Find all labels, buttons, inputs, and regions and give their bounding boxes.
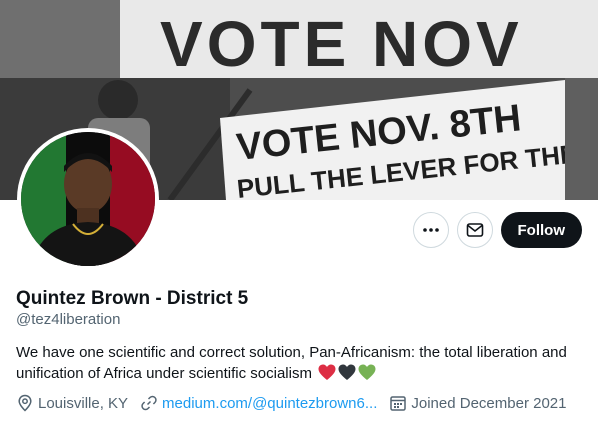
follow-button[interactable]: Follow (500, 212, 582, 248)
link-icon (141, 395, 157, 411)
envelope-icon (466, 223, 483, 237)
profile-handle: @tez4liberation (16, 311, 121, 328)
red-heart-icon (318, 364, 336, 380)
more-button[interactable] (412, 212, 449, 248)
profile-bio: We have one scientific and correct solut… (16, 342, 586, 384)
profile-avatar[interactable] (17, 128, 159, 270)
location-item: Louisville, KY (16, 394, 128, 412)
avatar-photo (21, 132, 155, 266)
bio-text: We have one scientific and correct solut… (16, 344, 567, 382)
location-pin-icon (18, 394, 32, 412)
message-button[interactable] (456, 212, 493, 248)
joined-text: Joined December 2021 (411, 394, 567, 412)
joined-item: Joined December 2021 (389, 394, 566, 412)
profile-meta: Louisville, KY medium.com/@quintezbrown6… (16, 394, 578, 412)
black-heart-icon (338, 364, 356, 380)
green-heart-icon (358, 364, 376, 380)
banner-top-text: VOTE NOV (160, 8, 523, 80)
bio-emojis (318, 364, 376, 381)
profile-name: Quintez Brown - District 5 (16, 288, 249, 309)
website-item[interactable]: medium.com/@quintezbrown6... (140, 394, 377, 412)
website-link[interactable]: medium.com/@quintezbrown6... (162, 395, 377, 412)
calendar-icon (390, 396, 407, 411)
more-icon (422, 228, 439, 232)
profile-actions: Follow (412, 212, 582, 248)
location-text: Louisville, KY (38, 394, 129, 412)
